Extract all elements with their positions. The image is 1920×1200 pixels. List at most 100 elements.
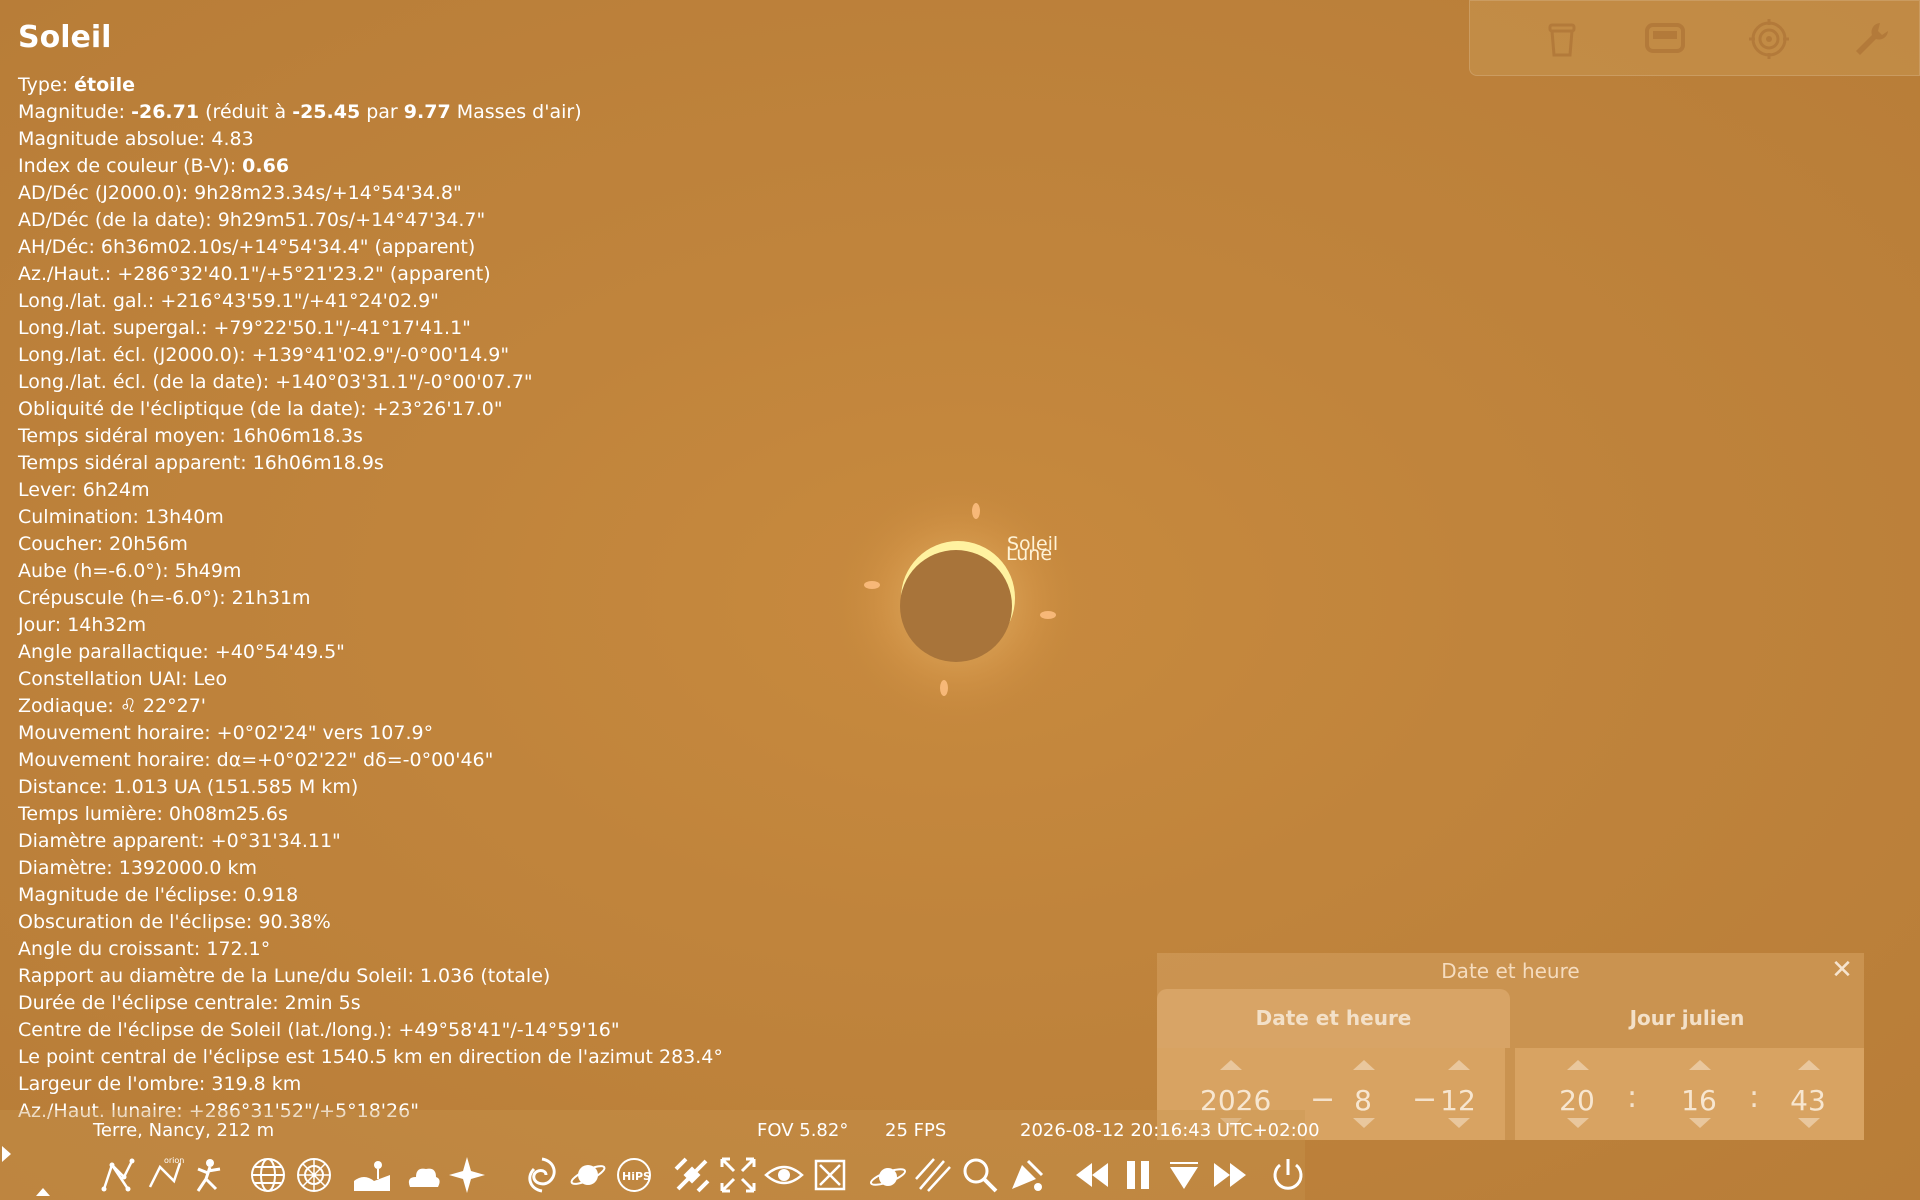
search-icon[interactable]: [958, 1153, 1002, 1197]
hour-down-arrow[interactable]: [1567, 1118, 1589, 1128]
info-line: AH/Déc: 6h36m02.10s/+14°54'34.4" (appare…: [18, 236, 476, 258]
eye-icon[interactable]: [762, 1153, 806, 1197]
info-line: Culmination: 13h40m: [18, 506, 224, 528]
planets-icon[interactable]: [566, 1153, 610, 1197]
info-line: Long./lat. gal.: +216°43'59.1"/+41°24'02…: [18, 290, 439, 312]
tab-julian-day[interactable]: Jour julien: [1510, 989, 1864, 1048]
info-type: Type: étoile: [18, 74, 136, 96]
ground-icon[interactable]: [350, 1153, 394, 1197]
quit-icon[interactable]: [1266, 1153, 1310, 1197]
atmosphere-icon[interactable]: [400, 1153, 444, 1197]
fullscreen-icon[interactable]: [808, 1153, 852, 1197]
info-line: Le point central de l'éclipse est 1540.5…: [18, 1046, 723, 1068]
month-down-arrow[interactable]: [1353, 1118, 1375, 1128]
trash-icon[interactable]: [1538, 15, 1586, 63]
svg-text:HiPS: HiPS: [622, 1170, 651, 1183]
rewind-icon[interactable]: [1070, 1153, 1114, 1197]
date-separator: −: [1310, 1082, 1336, 1117]
day-down-arrow[interactable]: [1448, 1118, 1470, 1128]
second-up-arrow[interactable]: [1798, 1060, 1820, 1070]
info-line: Angle parallactique: +40°54'49.5": [18, 641, 345, 663]
satellites-icon[interactable]: [670, 1153, 714, 1197]
constellation-lines-icon[interactable]: [96, 1153, 140, 1197]
minute-down-arrow[interactable]: [1689, 1118, 1711, 1128]
time-now-icon[interactable]: [1162, 1153, 1206, 1197]
svg-text:orion: orion: [164, 1156, 184, 1165]
info-line: Crépuscule (h=-6.0°): 21h31m: [18, 587, 311, 609]
equatorial-grid-icon[interactable]: [246, 1153, 290, 1197]
status-fov: FOV 5.82°: [757, 1120, 849, 1141]
info-line: Lever: 6h24m: [18, 479, 150, 501]
month-spinbox[interactable]: 8: [1333, 1084, 1393, 1117]
moon-label[interactable]: Lune: [1006, 543, 1052, 565]
day-spinbox[interactable]: 12: [1428, 1084, 1488, 1117]
hour-up-arrow[interactable]: [1567, 1060, 1589, 1070]
marker-bottom: [940, 680, 948, 696]
expand-up-icon[interactable]: [36, 1188, 50, 1196]
info-line: Obscuration de l'éclipse: 90.38%: [18, 911, 331, 933]
info-line: Temps lumière: 0h08m25.6s: [18, 803, 288, 825]
time-separator: :: [1627, 1080, 1638, 1115]
object-name: Soleil: [18, 20, 112, 55]
info-line: Temps sidéral moyen: 16h06m18.3s: [18, 425, 363, 447]
info-line: Diamètre apparent: +0°31'34.11": [18, 830, 341, 852]
time-separator: :: [1749, 1080, 1760, 1115]
info-line: Mouvement horaire: +0°02'24" vers 107.9°: [18, 722, 434, 744]
status-fps: 25 FPS: [885, 1120, 947, 1141]
info-line: Az./Haut.: +286°32'40.1"/+5°21'23.2" (ap…: [18, 263, 491, 285]
info-color-index: Index de couleur (B-V): 0.66: [18, 155, 290, 177]
info-line: Angle du croissant: 172.1°: [18, 938, 271, 960]
info-line: AD/Déc (J2000.0): 9h28m23.34s/+14°54'34.…: [18, 182, 462, 204]
minute-spinbox[interactable]: 16: [1669, 1084, 1729, 1117]
observatory-icon[interactable]: [1004, 1153, 1048, 1197]
planet-tilted-icon[interactable]: [866, 1153, 910, 1197]
info-line: Diamètre: 1392000.0 km: [18, 857, 258, 879]
screen-icon[interactable]: [1641, 15, 1689, 63]
wrench-icon[interactable]: [1848, 15, 1896, 63]
moon-disk: [900, 550, 1012, 662]
target-icon[interactable]: [1745, 15, 1793, 63]
date-panel-title: Date et heure: [1441, 959, 1580, 983]
info-absolute-magnitude: Magnitude absolue: 4.83: [18, 128, 254, 150]
marker-top: [972, 503, 980, 519]
close-icon[interactable]: ✕: [1828, 957, 1856, 985]
info-line: Centre de l'éclipse de Soleil (lat./long…: [18, 1019, 620, 1041]
second-down-arrow[interactable]: [1798, 1118, 1820, 1128]
nebula-icon[interactable]: [520, 1153, 564, 1197]
star-icon[interactable]: [445, 1153, 489, 1197]
month-up-arrow[interactable]: [1353, 1060, 1375, 1070]
constellation-names-icon[interactable]: orion: [142, 1153, 186, 1197]
year-up-arrow[interactable]: [1220, 1060, 1242, 1070]
time-fields: 20 : 16 : 43: [1515, 1048, 1864, 1140]
info-line: Long./lat. écl. (de la date): +140°03'31…: [18, 371, 533, 393]
azimuthal-grid-icon[interactable]: [292, 1153, 336, 1197]
pause-icon[interactable]: [1116, 1153, 1160, 1197]
status-location: Terre, Nancy, 212 m: [93, 1120, 275, 1141]
info-line: Durée de l'éclipse centrale: 2min 5s: [18, 992, 361, 1014]
info-line: Long./lat. supergal.: +79°22'50.1"/-41°1…: [18, 317, 471, 339]
object-info-panel: Soleil Type: étoile Magnitude: -26.71 (r…: [18, 18, 723, 1125]
info-magnitude: Magnitude: -26.71 (réduit à -25.45 par 9…: [18, 101, 582, 123]
info-line: Temps sidéral apparent: 16h06m18.9s: [18, 452, 384, 474]
info-line: Rapport au diamètre de la Lune/du Soleil…: [18, 965, 551, 987]
marker-left: [864, 581, 880, 589]
info-line: Distance: 1.013 UA (151.585 M km): [18, 776, 359, 798]
hips-surveys-icon[interactable]: HiPS: [612, 1153, 656, 1197]
fullscreen-arrows-icon[interactable]: [716, 1153, 760, 1197]
meteor-shower-icon[interactable]: [912, 1153, 956, 1197]
hour-spinbox[interactable]: 20: [1547, 1084, 1607, 1117]
expand-left-icon[interactable]: [2, 1146, 11, 1162]
info-line: Constellation UAI: Leo: [18, 668, 228, 690]
day-up-arrow[interactable]: [1448, 1060, 1470, 1070]
second-spinbox[interactable]: 43: [1778, 1084, 1838, 1117]
info-line: Largeur de l'ombre: 319.8 km: [18, 1073, 302, 1095]
minute-up-arrow[interactable]: [1689, 1060, 1711, 1070]
fast-forward-icon[interactable]: [1208, 1153, 1252, 1197]
info-line: Mouvement horaire: dα=+0°02'22" dδ=-0°00…: [18, 749, 494, 771]
constellation-art-icon[interactable]: [188, 1153, 232, 1197]
info-line: Coucher: 20h56m: [18, 533, 188, 555]
sun-glow: [828, 473, 1088, 733]
tab-date-time[interactable]: Date et heure: [1157, 989, 1510, 1048]
status-datetime: 2026-08-12 20:16:43 UTC+02:00: [1020, 1120, 1320, 1141]
info-line: Magnitude de l'éclipse: 0.918: [18, 884, 299, 906]
